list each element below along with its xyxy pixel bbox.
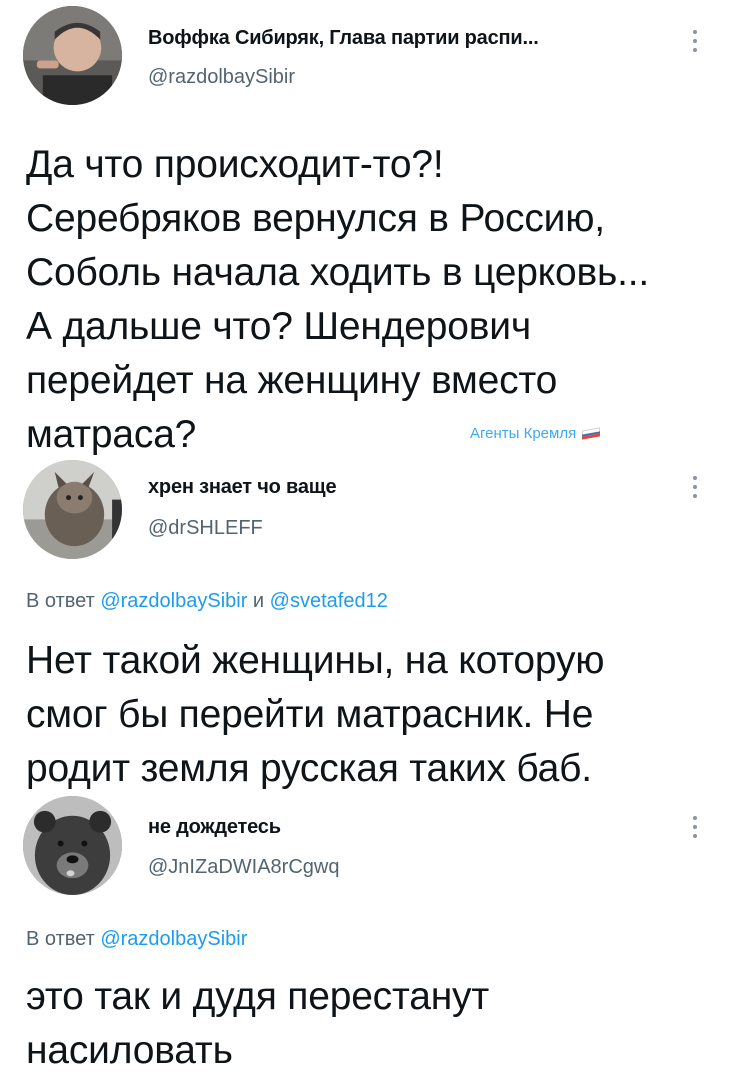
reply-prefix: В ответ bbox=[26, 928, 95, 950]
reply-context: В ответ @razdolbaySibir и @svetafed12 bbox=[26, 590, 388, 613]
reply-mention-link[interactable]: @razdolbaySibir bbox=[100, 928, 247, 950]
text-line: А дальше что? Шендерович bbox=[26, 305, 531, 348]
reply-and: и bbox=[252, 590, 265, 612]
text-line: Серебряков вернулся в Россию, bbox=[26, 197, 605, 240]
avatar-3[interactable] bbox=[23, 796, 122, 895]
author-handle[interactable]: @JnIZaDWIA8rCgwq bbox=[148, 856, 339, 879]
tweet-2: хрен знает чо ваще @drSHLEFF В ответ @ra… bbox=[0, 460, 737, 790]
avatar-1[interactable] bbox=[23, 6, 122, 105]
author-handle[interactable]: @drSHLEFF bbox=[148, 517, 263, 540]
russian-flag-icon bbox=[582, 427, 601, 440]
text-line: насиловать bbox=[26, 1029, 233, 1072]
stamp-text: Агенты Кремля bbox=[470, 425, 577, 442]
tweet-text: это так и дудя перестанут насиловать bbox=[26, 970, 489, 1078]
tweet-1: Воффка Сибиряк, Глава партии распи... @r… bbox=[0, 0, 737, 460]
tweet-3: не дождетесь @JnIZaDWIA8rCgwq В ответ @r… bbox=[0, 790, 737, 1080]
tweet-text: Нет такой женщины, на которую смог бы пе… bbox=[26, 634, 605, 796]
avatar-photo bbox=[23, 6, 122, 105]
text-line: смог бы перейти матрасник. Не bbox=[26, 693, 594, 736]
avatar-2[interactable] bbox=[23, 460, 122, 559]
text-line: перейдет на женщину вместо bbox=[26, 359, 558, 402]
avatar-photo bbox=[23, 460, 122, 559]
author-name[interactable]: Воффка Сибиряк, Глава партии распи... bbox=[148, 27, 539, 50]
watermark-stamp: Агенты Кремля bbox=[470, 425, 601, 442]
text-line: Соболь начала ходить в церковь... bbox=[26, 251, 650, 294]
avatar-photo bbox=[23, 796, 122, 895]
more-vertical-icon[interactable] bbox=[688, 472, 702, 502]
text-line: родит земля русская таких баб. bbox=[26, 747, 592, 790]
author-handle[interactable]: @razdolbaySibir bbox=[148, 66, 295, 89]
more-vertical-icon[interactable] bbox=[688, 812, 702, 842]
author-name[interactable]: не дождетесь bbox=[148, 816, 281, 839]
reply-mention-link[interactable]: @razdolbaySibir bbox=[100, 590, 247, 612]
tweet-text: Да что происходит-то?! Серебряков вернул… bbox=[26, 138, 649, 462]
author-name[interactable]: хрен знает чо ваще bbox=[148, 476, 337, 499]
text-line: это так и дудя перестанут bbox=[26, 975, 490, 1018]
text-line: Нет такой женщины, на которую bbox=[26, 639, 605, 682]
reply-mention-link[interactable]: @svetafed12 bbox=[270, 590, 388, 612]
reply-context: В ответ @razdolbaySibir bbox=[26, 928, 247, 951]
more-vertical-icon[interactable] bbox=[688, 26, 702, 56]
text-line: Да что происходит-то?! bbox=[26, 143, 444, 186]
reply-prefix: В ответ bbox=[26, 590, 95, 612]
